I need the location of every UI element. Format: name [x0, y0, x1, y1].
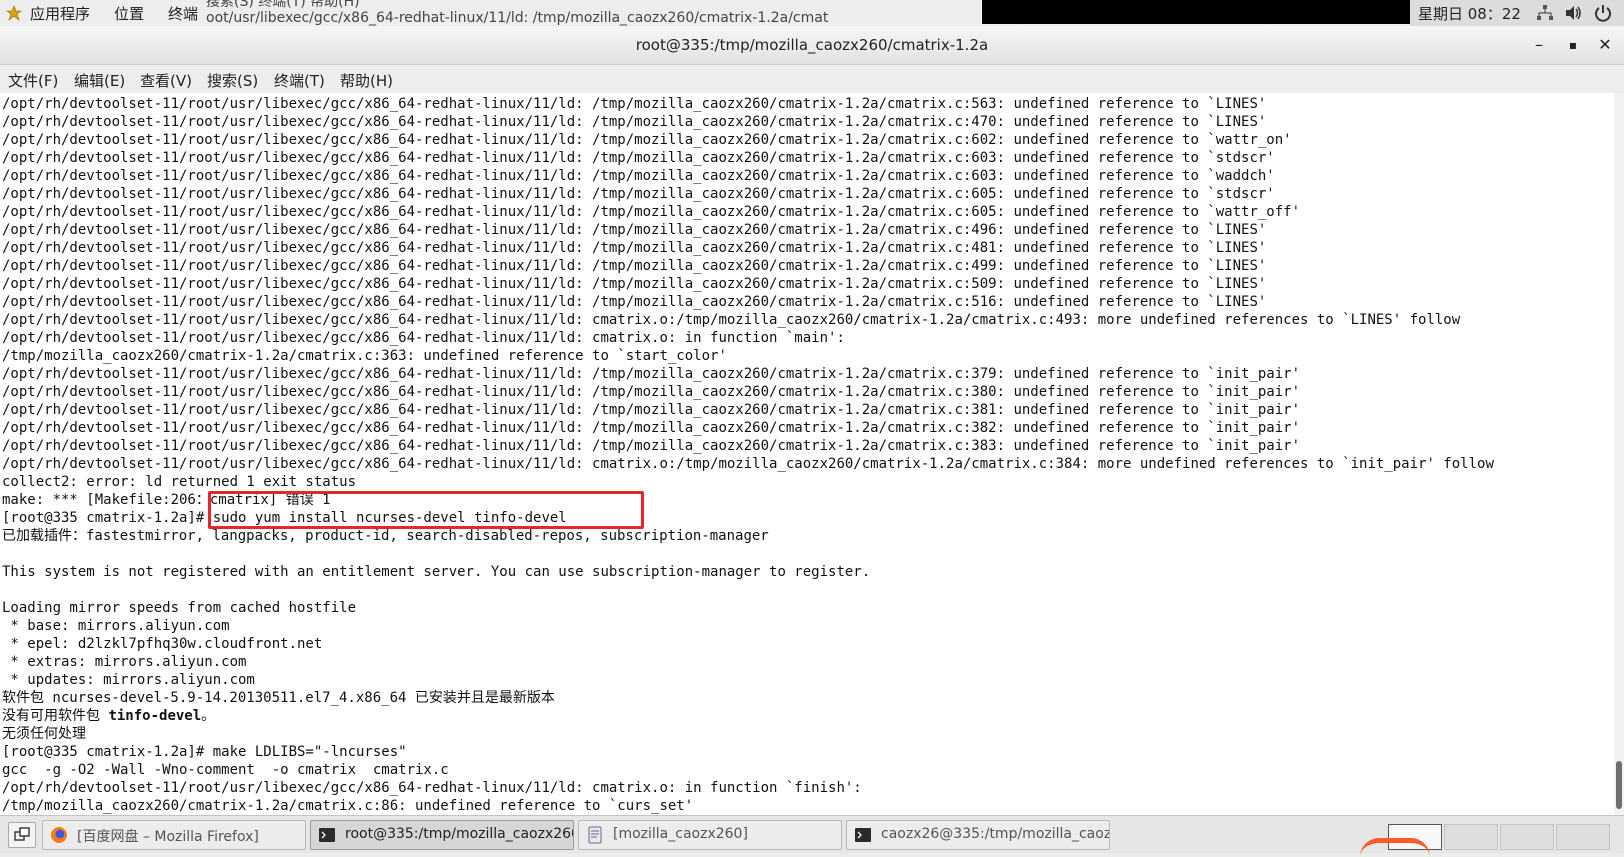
terminal-line: /opt/rh/devtoolset-11/root/usr/libexec/g… [2, 276, 1267, 292]
task-label: [百度网盘 – Mozilla Firefox] [77, 829, 259, 845]
terminal-line: /opt/rh/devtoolset-11/root/usr/libexec/g… [2, 384, 1301, 400]
terminal-lines: /opt/rh/devtoolset-11/root/usr/libexec/g… [2, 95, 1494, 815]
window-title: root@335:/tmp/mozilla_caozx260/cmatrix-1… [635, 36, 989, 54]
workspace-3[interactable] [1500, 824, 1554, 850]
terminal-line: /opt/rh/devtoolset-11/root/usr/libexec/g… [2, 222, 1267, 238]
top-panel: 应用程序 位置 终端 搜索(S) 终端(T) 帮助(H) oot/usr/lib… [0, 0, 1624, 27]
terminal-line: This system is not registered with an en… [2, 564, 871, 580]
terminal-app-menu[interactable]: 终端 [168, 3, 198, 24]
terminal-line: /opt/rh/devtoolset-11/root/usr/libexec/g… [2, 258, 1267, 274]
applications-menu[interactable]: 应用程序 [30, 3, 90, 24]
terminal-line: /opt/rh/devtoolset-11/root/usr/libexec/g… [2, 420, 1301, 436]
terminal-line: /opt/rh/devtoolset-11/root/usr/libexec/g… [2, 402, 1301, 418]
task-label: caozx26@335:/tmp/mozilla_caozx… [881, 826, 1110, 842]
applications-icon [6, 5, 22, 21]
terminal-line: /tmp/mozilla_caozx260/cmatrix-1.2a/cmatr… [2, 348, 727, 364]
workspace-4[interactable] [1556, 824, 1610, 850]
minimize-button[interactable]: – [1528, 34, 1550, 56]
terminal-icon [855, 828, 871, 842]
annotation-arc [1360, 838, 1430, 857]
menu-search[interactable]: 搜索(S) [207, 70, 258, 91]
show-desktop-button[interactable] [8, 822, 36, 848]
places-menu[interactable]: 位置 [114, 3, 144, 24]
terminal-line: /opt/rh/devtoolset-11/root/usr/libexec/g… [2, 366, 1301, 382]
terminal-scrollbar[interactable] [1614, 93, 1624, 815]
terminal-line: /opt/rh/devtoolset-11/root/usr/libexec/g… [2, 150, 1275, 166]
terminal-line: /opt/rh/devtoolset-11/root/usr/libexec/g… [2, 186, 1275, 202]
terminal-line: * extras: mirrors.aliyun.com [2, 654, 247, 670]
terminal-line: * epel: d2lzkl7pfhq30w.cloudfront.net [2, 636, 323, 652]
terminal-line: /opt/rh/devtoolset-11/root/usr/libexec/g… [2, 114, 1267, 130]
terminal-line: /opt/rh/devtoolset-11/root/usr/libexec/g… [2, 168, 1275, 184]
menu-bar: 文件(F) 编辑(E) 查看(V) 搜索(S) 终端(T) 帮助(H) [0, 65, 1624, 94]
terminal-line: /opt/rh/devtoolset-11/root/usr/libexec/g… [2, 294, 1267, 310]
task-firefox[interactable]: [百度网盘 – Mozilla Firefox] [42, 820, 306, 850]
scrollbar-thumb[interactable] [1616, 761, 1622, 809]
volume-icon[interactable] [1564, 4, 1582, 22]
terminal-line: 已加载插件：fastestmirror, langpacks, product-… [2, 528, 769, 544]
file-manager-icon [588, 826, 602, 844]
terminal-line: /opt/rh/devtoolset-11/root/usr/libexec/g… [2, 330, 845, 346]
window-titlebar[interactable]: root@335:/tmp/mozilla_caozx260/cmatrix-1… [0, 26, 1624, 65]
terminal-line: /opt/rh/devtoolset-11/root/usr/libexec/g… [2, 204, 1301, 220]
task-terminal-user[interactable]: caozx26@335:/tmp/mozilla_caozx… [846, 820, 1110, 850]
maximize-button[interactable]: ▪ [1562, 34, 1584, 56]
terminal-line: 没有可用软件包 tinfo-devel。 [2, 708, 216, 724]
task-label: [mozilla_caozx260] [613, 826, 748, 842]
terminal-line: 无须任何处理 [2, 726, 86, 742]
network-icon[interactable] [1536, 4, 1554, 22]
workspace-2[interactable] [1444, 824, 1498, 850]
show-desktop-icon [14, 827, 30, 841]
background-window-peek: 搜索(S) 终端(T) 帮助(H) oot/usr/libexec/gcc/x8… [206, 0, 829, 26]
terminal-line: * updates: mirrors.aliyun.com [2, 672, 255, 688]
menu-help[interactable]: 帮助(H) [340, 70, 393, 91]
terminal-line: gcc -g -O2 -Wall -Wno-comment -o cmatrix… [2, 762, 449, 778]
firefox-icon [51, 827, 67, 843]
terminal-line: /opt/rh/devtoolset-11/root/usr/libexec/g… [2, 438, 1301, 454]
menu-view[interactable]: 查看(V) [140, 70, 192, 91]
terminal-line: /opt/rh/devtoolset-11/root/usr/libexec/g… [2, 780, 862, 796]
terminal-line: /opt/rh/devtoolset-11/root/usr/libexec/g… [2, 240, 1267, 256]
task-terminal-root[interactable]: root@335:/tmp/mozilla_caozx260/… [310, 820, 574, 850]
panel-dark-area [982, 0, 1410, 24]
close-button[interactable]: ✕ [1594, 34, 1616, 56]
terminal-line: /opt/rh/devtoolset-11/root/usr/libexec/g… [2, 132, 1292, 148]
clock[interactable]: 星期日 08：22 [1418, 3, 1521, 24]
menu-file[interactable]: 文件(F) [8, 70, 58, 91]
terminal-line: [root@335 cmatrix-1.2a]# make LDLIBS="-l… [2, 744, 407, 760]
terminal-icon [319, 828, 335, 842]
terminal-line: 软件包 ncurses-devel-5.9-14.20130511.el7_4.… [2, 690, 555, 706]
terminal-line: /opt/rh/devtoolset-11/root/usr/libexec/g… [2, 96, 1267, 112]
terminal-line: * base: mirrors.aliyun.com [2, 618, 230, 634]
package-name: tinfo-devel [108, 708, 202, 724]
task-label: root@335:/tmp/mozilla_caozx260/… [345, 826, 574, 842]
terminal-line: /tmp/mozilla_caozx260/cmatrix-1.2a/cmatr… [2, 798, 694, 814]
terminal-line: Loading mirror speeds from cached hostfi… [2, 600, 357, 616]
terminal-line: collect2: error: ld returned 1 exit stat… [2, 474, 357, 490]
power-icon[interactable] [1594, 4, 1612, 22]
terminal-line: /opt/rh/devtoolset-11/root/usr/libexec/g… [2, 456, 1494, 472]
menu-terminal[interactable]: 终端(T) [274, 70, 325, 91]
menu-edit[interactable]: 编辑(E) [74, 70, 125, 91]
terminal-output[interactable]: /opt/rh/devtoolset-11/root/usr/libexec/g… [0, 93, 1614, 815]
annotation-highlight-box [208, 491, 644, 529]
task-file-manager[interactable]: [mozilla_caozx260] [578, 820, 842, 850]
terminal-line: /opt/rh/devtoolset-11/root/usr/libexec/g… [2, 312, 1461, 328]
